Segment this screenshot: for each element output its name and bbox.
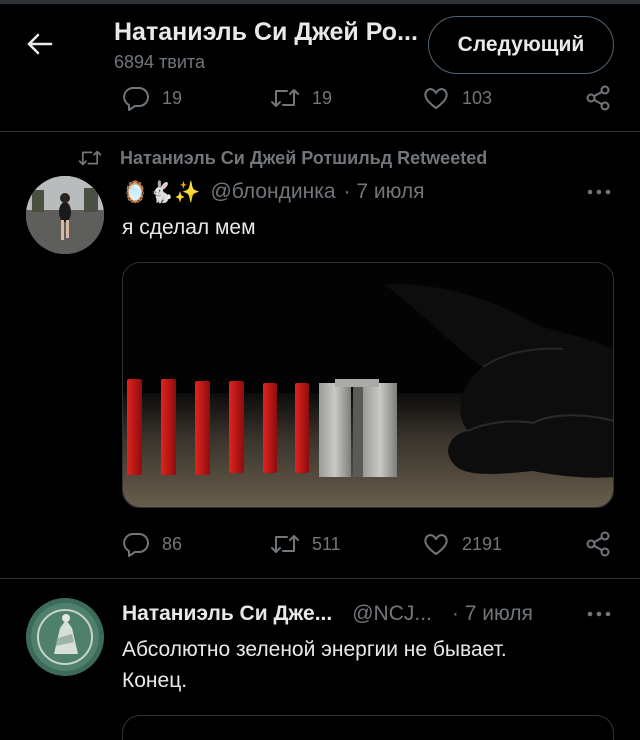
heart-icon bbox=[424, 88, 448, 109]
user-name[interactable]: Натаниэль Си Дже... bbox=[122, 602, 332, 626]
reply-count: 19 bbox=[162, 87, 183, 108]
tweet-count: 6894 твита bbox=[114, 52, 205, 72]
avatar-photo bbox=[26, 598, 104, 676]
tweet-actions-top: 19 19 103 bbox=[0, 78, 640, 118]
retweet-button[interactable]: 19 bbox=[270, 78, 332, 118]
tweet-text-line: Конец. bbox=[122, 669, 188, 692]
more-dots-icon bbox=[587, 189, 611, 195]
like-button[interactable]: 2191 bbox=[422, 524, 502, 564]
share-icon bbox=[586, 85, 610, 111]
tweet-date[interactable]: · 7 июля bbox=[344, 180, 425, 204]
like-button[interactable]: 103 bbox=[422, 78, 492, 118]
tweet-header: Натаниэль Си Дже... @NCJ... · 7 июля bbox=[122, 600, 533, 628]
tweet-text-line: Абсолютно зеленой энергии не бывает. bbox=[122, 638, 507, 661]
more-button[interactable] bbox=[584, 182, 614, 202]
tweet-text: Абсолютно зеленой энергии не бывает. Кон… bbox=[122, 634, 507, 696]
retweet-count: 19 bbox=[312, 87, 333, 108]
reply-button[interactable]: 86 bbox=[122, 524, 182, 564]
retweet-banner-text: Натаниэль Си Джей Ротшильд Retweeted bbox=[120, 147, 488, 168]
retweet-icon bbox=[78, 150, 102, 166]
retweet-button[interactable]: 511 bbox=[270, 524, 341, 564]
user-handle[interactable]: @NCJ... bbox=[352, 602, 432, 626]
domino-meme-image bbox=[123, 263, 613, 507]
tweet-text: я сделал мем bbox=[122, 216, 256, 239]
tweet-header: 🪞🐇✨ @блондинка · 7 июля bbox=[122, 178, 425, 206]
heart-icon bbox=[424, 534, 448, 555]
more-button[interactable] bbox=[584, 604, 614, 624]
retweet-icon bbox=[271, 535, 299, 553]
tweet-date[interactable]: · 7 июля bbox=[452, 602, 533, 626]
reply-button[interactable]: 19 bbox=[122, 78, 182, 118]
avatar[interactable] bbox=[26, 598, 104, 676]
embedded-card[interactable] bbox=[122, 715, 614, 740]
share-button[interactable] bbox=[584, 78, 612, 118]
tweet-divider bbox=[0, 131, 640, 132]
avatar[interactable] bbox=[26, 176, 104, 254]
back-button[interactable] bbox=[22, 26, 58, 62]
user-emojis: 🪞🐇✨ bbox=[122, 179, 201, 204]
profile-name: Натаниэль Си Джей Ро... bbox=[114, 18, 418, 46]
profile-header: Натаниэль Си Джей Ро... 6894 твита Следу… bbox=[0, 4, 640, 82]
follow-button[interactable]: Следующий bbox=[428, 16, 614, 74]
user-handle[interactable]: @блондинка bbox=[210, 180, 335, 204]
reply-count: 86 bbox=[162, 533, 183, 554]
arrow-left-icon bbox=[27, 33, 53, 55]
tweet-divider bbox=[0, 578, 640, 579]
reply-icon bbox=[123, 87, 149, 111]
retweet-banner[interactable]: Натаниэль Си Джей Ротшильд Retweeted bbox=[78, 146, 487, 170]
retweet-icon bbox=[271, 89, 299, 107]
reply-icon bbox=[123, 533, 149, 557]
like-count: 2191 bbox=[462, 533, 503, 554]
more-dots-icon bbox=[587, 611, 611, 617]
share-icon bbox=[586, 531, 610, 557]
tweet-actions-meme: 86 511 2191 bbox=[0, 524, 640, 564]
retweet-count: 511 bbox=[312, 533, 341, 554]
like-count: 103 bbox=[462, 87, 493, 108]
tweet-media-image[interactable] bbox=[122, 262, 614, 508]
avatar-photo bbox=[26, 176, 104, 254]
share-button[interactable] bbox=[584, 524, 612, 564]
